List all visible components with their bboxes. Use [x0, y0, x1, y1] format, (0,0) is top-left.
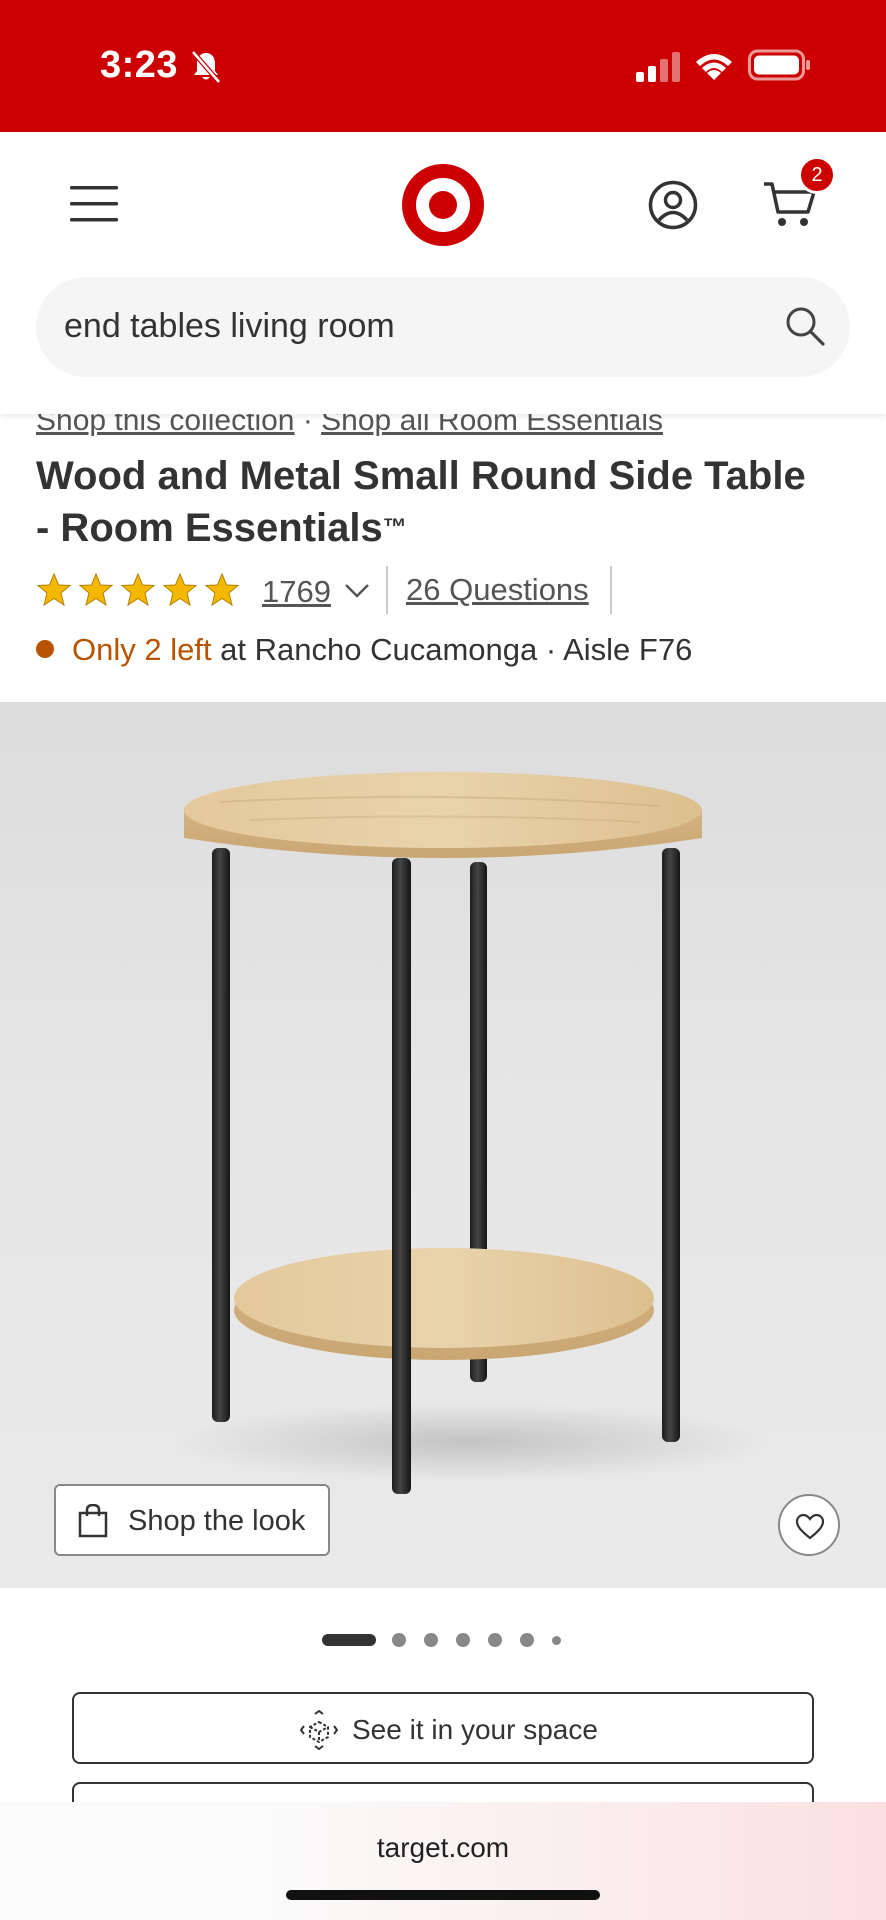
store-location: at Rancho Cucamonga · Aisle F76	[211, 632, 693, 667]
heart-icon	[796, 1514, 824, 1540]
star-rating	[36, 572, 246, 613]
account-icon[interactable]	[648, 180, 698, 230]
questions-link[interactable]: 26 Questions	[406, 572, 589, 608]
product-title-text: Wood and Metal Small Round Side Table - …	[36, 454, 806, 550]
see-in-your-space-button[interactable]: See it in your space	[72, 1692, 814, 1764]
shopping-bag-icon	[78, 1504, 108, 1538]
target-logo-icon[interactable]	[402, 164, 484, 246]
carousel-dot-active[interactable]	[322, 1634, 376, 1646]
rating-row: 1769 26 Questions	[36, 566, 856, 616]
browser-url-bar[interactable]: target.com	[0, 1802, 886, 1920]
stock-status: Only 2 left at Rancho Cucamonga · Aisle …	[36, 632, 692, 668]
product-title: Wood and Metal Small Round Side Table - …	[36, 450, 826, 554]
signal-icon	[636, 52, 680, 82]
carousel-dot[interactable]	[456, 1633, 470, 1647]
side-table-image	[170, 772, 770, 1494]
status-bar: 3:23	[0, 0, 886, 132]
stock-alert: Only 2 left	[72, 632, 212, 667]
carousel-dot[interactable]	[552, 1636, 561, 1645]
star-icon	[120, 572, 156, 607]
star-icon	[162, 572, 198, 607]
ratings-count-link[interactable]: 1769	[262, 574, 331, 610]
search-icon[interactable]	[784, 305, 826, 347]
home-indicator[interactable]	[286, 1890, 600, 1900]
search-input[interactable]: end tables living room	[36, 277, 850, 377]
shop-the-look-label: Shop the look	[128, 1505, 306, 1537]
star-icon	[78, 572, 114, 607]
divider	[610, 566, 612, 614]
search-input-value: end tables living room	[64, 307, 395, 345]
star-icon	[36, 572, 72, 607]
star-icon	[204, 572, 240, 607]
bell-slash-icon	[191, 50, 221, 84]
status-time: 3:23	[100, 44, 179, 86]
carousel-dot[interactable]	[520, 1633, 534, 1647]
carousel-dot[interactable]	[392, 1633, 406, 1647]
wifi-icon	[696, 54, 732, 80]
site-header: 2 end tables living room	[0, 132, 886, 414]
trademark-mark: ™	[382, 514, 407, 541]
shop-the-look-button[interactable]: Shop the look	[54, 1484, 330, 1556]
see-in-your-space-label: See it in your space	[352, 1714, 598, 1745]
divider	[386, 566, 388, 614]
carousel-dot[interactable]	[424, 1633, 438, 1647]
carousel-pagination	[322, 1632, 582, 1648]
chevron-down-icon[interactable]	[344, 582, 370, 600]
stock-dot-icon	[36, 640, 54, 658]
menu-icon[interactable]	[70, 184, 118, 224]
cart-count-badge: 2	[798, 156, 836, 194]
carousel-dot[interactable]	[488, 1633, 502, 1647]
url-text: target.com	[376, 1832, 510, 1863]
battery-icon	[748, 49, 810, 81]
favorite-button[interactable]	[778, 1494, 840, 1556]
product-image[interactable]: Shop the look	[0, 702, 886, 1588]
ar-cube-icon	[300, 1710, 338, 1750]
